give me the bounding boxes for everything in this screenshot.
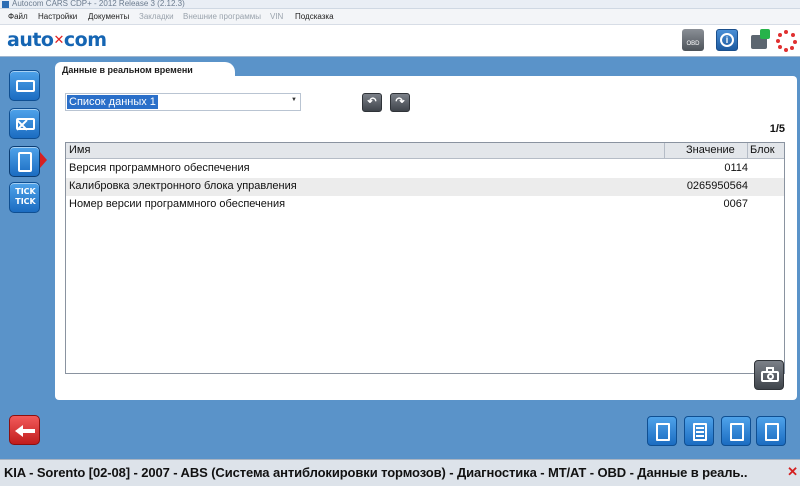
- row-value: 0114: [724, 162, 748, 174]
- table-row[interactable]: Версия программного обеспечения 0114: [66, 160, 784, 178]
- tick-tick-label: TICK TICK: [15, 187, 36, 206]
- menu-external-programs[interactable]: Внешние программы: [183, 12, 261, 21]
- menu-file[interactable]: Файл: [8, 12, 28, 21]
- sidebar-live-data-button[interactable]: [9, 146, 40, 177]
- column-header-block[interactable]: Блок: [750, 144, 775, 156]
- menu-settings[interactable]: Настройки: [38, 12, 77, 21]
- battery-status-icon: [749, 29, 771, 51]
- vehicle-breadcrumb: KIA - Sorento [02-08] - 2007 - ABS (Сист…: [4, 465, 748, 480]
- sidebar-engine-button[interactable]: [9, 70, 40, 101]
- edit-list-button[interactable]: [647, 416, 677, 446]
- connection-spinner-icon: [775, 29, 797, 52]
- window-title: Autocom CARS CDP+ - 2012 Release 3 (2.12…: [12, 0, 185, 8]
- status-bar: KIA - Sorento [02-08] - 2007 - ABS (Сист…: [0, 459, 800, 486]
- app-header: auto✕com OBD i: [0, 26, 800, 56]
- table-row[interactable]: Калибровка электронного блока управления…: [66, 178, 784, 196]
- undo-arrow-icon: ↶: [367, 96, 377, 108]
- bottom-toolbar: [638, 407, 793, 453]
- document-icon: [18, 152, 32, 172]
- logo-spark-icon: ✕: [53, 33, 64, 48]
- column-header-value[interactable]: Значение: [686, 144, 735, 156]
- table-header: Имя Значение Блок: [66, 143, 784, 159]
- camera-icon: [767, 373, 774, 380]
- back-button[interactable]: [9, 415, 40, 445]
- close-icon[interactable]: ✕: [787, 464, 798, 480]
- graph-icon: [765, 423, 779, 441]
- menu-help[interactable]: Подсказка: [295, 12, 334, 21]
- sidebar-tick-tick-button[interactable]: TICK TICK: [9, 182, 40, 213]
- screenshot-button[interactable]: [754, 360, 784, 390]
- row-name: Номер версии программного обеспечения: [69, 198, 286, 210]
- main-area: TICK TICK Данные в реальном времени Спис…: [0, 57, 800, 459]
- obd-button[interactable]: OBD: [682, 29, 704, 51]
- help-icon: i: [720, 33, 734, 47]
- engine-icon: [16, 80, 35, 92]
- table-row[interactable]: Номер версии программного обеспечения 00…: [66, 196, 784, 214]
- live-data-panel: Список данных 1 ▼ ↶ ↷ 1/5 Имя Значение Б…: [55, 76, 797, 400]
- row-value: 0067: [723, 198, 748, 210]
- selected-indicator-arrow: [40, 152, 47, 168]
- graph-view-button[interactable]: [756, 416, 786, 446]
- column-header-name[interactable]: Имя: [69, 144, 90, 156]
- autocom-logo: auto✕com: [7, 29, 107, 51]
- engine-clear-icon: [16, 118, 35, 130]
- list-icon: [693, 423, 707, 441]
- edit-document-icon: [656, 423, 670, 441]
- app-icon: [2, 1, 9, 8]
- menu-vin[interactable]: VIN: [270, 12, 283, 21]
- help-button[interactable]: i: [716, 29, 738, 51]
- gauge-view-button[interactable]: [721, 416, 751, 446]
- gauge-icon: [730, 423, 744, 441]
- obd-label: OBD: [686, 41, 700, 47]
- menu-bar: Файл Настройки Документы Закладки Внешни…: [0, 9, 800, 25]
- next-page-button[interactable]: ↷: [390, 93, 410, 112]
- redo-arrow-icon: ↷: [395, 96, 405, 108]
- data-list-select[interactable]: Список данных 1 ▼: [65, 93, 301, 111]
- row-name: Калибровка электронного блока управления: [69, 180, 297, 192]
- page-indicator: 1/5: [769, 123, 785, 135]
- row-value: 0265950564: [686, 180, 748, 192]
- live-data-table: Имя Значение Блок Версия программного об…: [65, 142, 785, 374]
- previous-page-button[interactable]: ↶: [362, 93, 382, 112]
- tab-live-data-label: Данные в реальном времени: [62, 65, 193, 75]
- list-view-button[interactable]: [684, 416, 714, 446]
- menu-bookmarks[interactable]: Закладки: [139, 12, 174, 21]
- chevron-down-icon[interactable]: ▼: [291, 97, 297, 103]
- window-title-bar: Autocom CARS CDP+ - 2012 Release 3 (2.12…: [0, 0, 800, 9]
- sidebar-clear-codes-button[interactable]: [9, 108, 40, 139]
- row-name: Версия программного обеспечения: [69, 162, 250, 174]
- menu-documents[interactable]: Документы: [88, 12, 129, 21]
- data-list-selected-value: Список данных 1: [67, 95, 158, 109]
